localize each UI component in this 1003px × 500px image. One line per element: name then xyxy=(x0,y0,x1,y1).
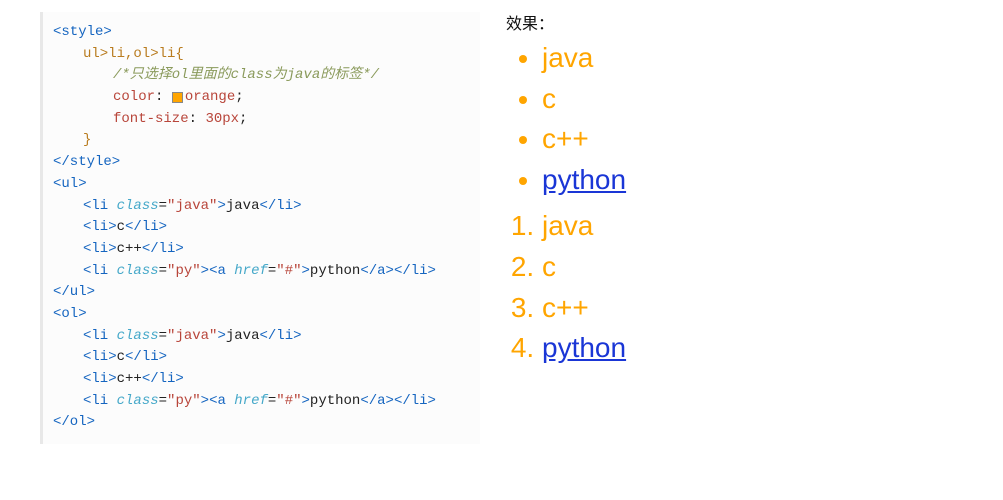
code-token: "#" xyxy=(276,261,301,283)
code-token: c++ xyxy=(117,369,142,391)
list-item: python xyxy=(542,160,626,201)
code-line: font-size: 30px; xyxy=(43,109,476,131)
code-token: </ol> xyxy=(53,412,95,434)
code-line: <li>c++</li> xyxy=(43,369,476,391)
code-token: color xyxy=(113,87,155,109)
code-token: <a xyxy=(209,391,226,413)
code-token: </a> xyxy=(360,391,394,413)
code-token: ul>li,ol>li{ xyxy=(83,44,184,66)
code-token: class xyxy=(117,196,159,218)
code-line: </ol> xyxy=(43,412,476,434)
code-line: <li class="py"><a href="#">python</a></l… xyxy=(43,391,476,413)
code-line: <li class="java">java</li> xyxy=(43,196,476,218)
list-item: c xyxy=(542,79,626,120)
code-line: ul>li,ol>li{ xyxy=(43,44,476,66)
code-token: <ul> xyxy=(53,174,87,196)
code-token: "java" xyxy=(167,326,217,348)
code-token: href xyxy=(234,261,268,283)
code-token: <li xyxy=(83,261,108,283)
code-token: <style> xyxy=(53,22,112,44)
code-token: <li> xyxy=(83,239,117,261)
code-line: <li>c</li> xyxy=(43,347,476,369)
render-output: 效果： java c c++ python java c c++ python xyxy=(480,0,626,444)
list-item: c++ xyxy=(542,119,626,160)
code-line: <ul> xyxy=(43,174,476,196)
code-token: font-size xyxy=(113,109,189,131)
code-line: /*只选择ol里面的class为java的标签*/ xyxy=(43,65,476,87)
code-token: </ul> xyxy=(53,282,95,304)
code-token: <a xyxy=(209,261,226,283)
code-token: c xyxy=(117,347,125,369)
result-label: 效果： xyxy=(506,10,626,34)
list-link[interactable]: python xyxy=(542,164,626,195)
code-line: <li>c</li> xyxy=(43,217,476,239)
code-token: } xyxy=(83,130,91,152)
code-line: color: orange; xyxy=(43,87,476,109)
unordered-list: java c c++ python xyxy=(510,38,626,200)
color-swatch-icon xyxy=(172,92,183,103)
list-item: java xyxy=(542,38,626,79)
code-line: <li>c++</li> xyxy=(43,239,476,261)
list-item: java xyxy=(542,206,626,247)
code-token: class xyxy=(117,391,159,413)
code-token: </li> xyxy=(394,261,436,283)
code-token: <li> xyxy=(83,369,117,391)
code-token: 30px xyxy=(205,109,239,131)
code-token: java xyxy=(226,196,260,218)
code-token: <li> xyxy=(83,347,117,369)
list-link[interactable]: python xyxy=(542,332,626,363)
code-line: </ul> xyxy=(43,282,476,304)
code-token: </li> xyxy=(142,239,184,261)
code-token: class xyxy=(117,261,159,283)
code-token: </li> xyxy=(125,347,167,369)
code-token: "py" xyxy=(167,261,201,283)
list-item: c xyxy=(542,247,626,288)
code-token: "py" xyxy=(167,391,201,413)
code-token: </style> xyxy=(53,152,120,174)
code-token: </li> xyxy=(125,217,167,239)
code-token: <li xyxy=(83,326,108,348)
code-token: c++ xyxy=(117,239,142,261)
code-snippet: <style> ul>li,ol>li{ /*只选择ol里面的class为jav… xyxy=(40,12,480,444)
code-token: c xyxy=(117,217,125,239)
code-line: <style> xyxy=(43,22,476,44)
code-token: java xyxy=(226,326,260,348)
code-token: python xyxy=(310,391,360,413)
code-line: } xyxy=(43,130,476,152)
code-token: class xyxy=(117,326,159,348)
code-token: <ol> xyxy=(53,304,87,326)
code-token: orange xyxy=(185,87,235,109)
code-token: </li> xyxy=(259,326,301,348)
code-token: python xyxy=(310,261,360,283)
code-token: </li> xyxy=(259,196,301,218)
code-token: </li> xyxy=(394,391,436,413)
code-token: </li> xyxy=(142,369,184,391)
code-token: "java" xyxy=(167,196,217,218)
code-line: </style> xyxy=(43,152,476,174)
code-token: "#" xyxy=(276,391,301,413)
code-line: <ol> xyxy=(43,304,476,326)
code-token: </a> xyxy=(360,261,394,283)
code-line: <li class="java">java</li> xyxy=(43,326,476,348)
code-token: <li xyxy=(83,391,108,413)
code-line: <li class="py"><a href="#">python</a></l… xyxy=(43,261,476,283)
code-token: <li xyxy=(83,196,108,218)
code-comment: /*只选择ol里面的class为java的标签*/ xyxy=(113,65,379,87)
ordered-list: java c c++ python xyxy=(510,206,626,368)
list-item: c++ xyxy=(542,288,626,329)
list-item: python xyxy=(542,328,626,369)
code-token: <li> xyxy=(83,217,117,239)
code-token: href xyxy=(234,391,268,413)
